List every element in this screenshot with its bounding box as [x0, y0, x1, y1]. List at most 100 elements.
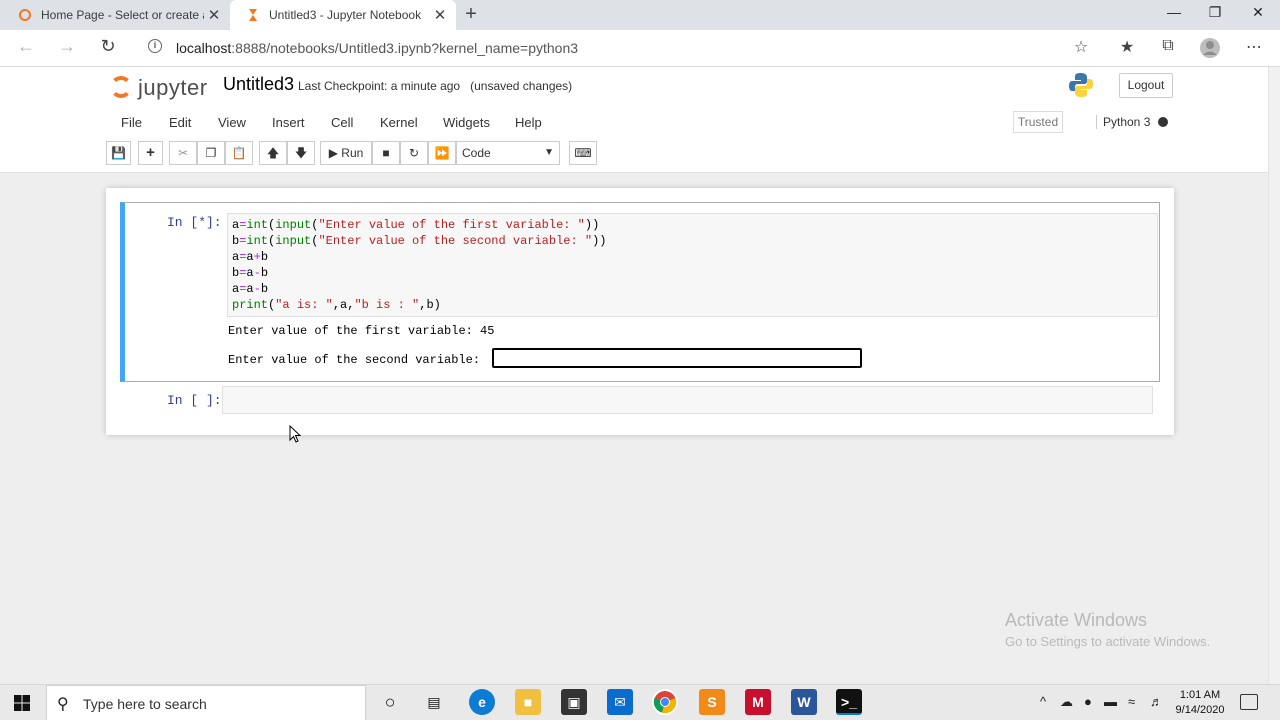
menu-widgets[interactable]: Widgets [443, 115, 490, 130]
logout-button[interactable]: Logout [1119, 73, 1173, 98]
store-icon[interactable]: ▣ [561, 689, 587, 715]
more-menu-icon[interactable]: ⋯ [1242, 37, 1266, 57]
new-tab-icon[interactable]: + [460, 3, 482, 26]
arrow-up-icon: 🡅 [266, 146, 280, 160]
browser-toolbar: ← → ↻ i localhost:8888/notebooks/Untitle… [0, 30, 1280, 67]
word-icon[interactable]: W [791, 689, 817, 715]
insert-cell-button[interactable]: + [138, 141, 163, 165]
close-tab-icon[interactable]: ✕ [430, 6, 450, 24]
back-icon[interactable]: ← [14, 36, 38, 57]
collections-icon[interactable]: ⧉ [1156, 37, 1180, 55]
terminal-icon[interactable]: >_ [836, 689, 862, 715]
save-button[interactable]: 💾 [106, 141, 131, 165]
kernel-busy-indicator [1158, 117, 1168, 127]
profile-avatar-icon[interactable] [1198, 37, 1222, 64]
menu-kernel[interactable]: Kernel [380, 115, 418, 130]
hourglass-icon [246, 8, 260, 22]
jupyter-header: jupyter Untitled3 Last Checkpoint: a min… [0, 67, 1268, 173]
forward-icon[interactable]: → [55, 36, 79, 57]
address-bar[interactable]: i localhost:8888/notebooks/Untitled3.ipy… [136, 34, 1100, 62]
edge-browser-icon[interactable]: e [469, 689, 495, 715]
mouse-cursor-icon [289, 424, 302, 444]
onedrive-icon[interactable]: ☁ [1060, 694, 1073, 710]
windows-start-icon[interactable] [14, 695, 30, 711]
favorites-icon[interactable]: ★ [1115, 37, 1139, 57]
cut-button[interactable]: ✂ [169, 141, 197, 165]
restart-icon: ↻ [408, 146, 420, 160]
interrupt-button[interactable]: ■ [372, 141, 400, 165]
input-prompt: In [ ]: [167, 393, 222, 408]
copy-icon: ❐ [205, 146, 217, 160]
menu-insert[interactable]: Insert [272, 115, 305, 130]
close-tab-icon[interactable]: ✕ [204, 6, 224, 24]
url-text[interactable]: localhost:8888/notebooks/Untitled3.ipynb… [176, 40, 578, 56]
code-editor[interactable]: a=int(input("Enter value of the first va… [227, 213, 1158, 317]
restore-icon[interactable]: ❐ [1205, 4, 1225, 21]
restart-button[interactable]: ↻ [400, 141, 428, 165]
task-view-icon[interactable]: ▤ [421, 689, 447, 715]
command-palette-button[interactable]: ⌨ [569, 141, 597, 165]
trusted-indicator[interactable]: Trusted [1013, 111, 1063, 133]
battery-icon[interactable]: ▬ [1104, 694, 1117, 709]
chrome-icon[interactable] [652, 689, 678, 715]
reload-icon[interactable]: ↻ [96, 36, 120, 57]
menu-cell[interactable]: Cell [331, 115, 353, 130]
microphone-icon[interactable]: ● [1084, 694, 1092, 709]
minimize-icon[interactable]: — [1164, 4, 1184, 20]
close-window-icon[interactable]: ✕ [1248, 4, 1268, 21]
tab-untitled3[interactable]: Untitled3 - Jupyter Notebook ✕ [230, 0, 456, 30]
notebook-name[interactable]: Untitled3 [223, 74, 294, 95]
code-line: a=a-b [232, 282, 269, 296]
cut-icon: ✂ [177, 146, 189, 160]
arrow-down-icon: 🡇 [294, 146, 308, 160]
copy-button[interactable]: ❐ [197, 141, 225, 165]
cell-type-value: Code [462, 146, 491, 160]
kernel-name[interactable]: Python 3 [1096, 115, 1150, 129]
code-editor-empty[interactable] [222, 386, 1153, 414]
menu-edit[interactable]: Edit [169, 115, 191, 130]
tab-title: Home Page - Select or create a n [41, 8, 204, 22]
windows-taskbar: ⚲ Type here to search ○ ▤ e ■ ▣ ✉ S M W … [0, 684, 1280, 720]
paste-button[interactable]: 📋 [225, 141, 253, 165]
file-explorer-icon[interactable]: ■ [515, 689, 541, 715]
search-placeholder: Type here to search [83, 696, 207, 712]
restart-run-all-button[interactable]: ⏩ [428, 141, 456, 165]
page-scrollbar[interactable] [1268, 67, 1280, 684]
jupyter-favicon-icon [18, 8, 32, 22]
code-cell-empty[interactable]: In [ ]: [120, 386, 1160, 416]
keyboard-icon: ⌨ [574, 146, 592, 160]
chevron-down-icon: ▼ [544, 147, 554, 158]
cortana-icon[interactable]: ○ [377, 689, 403, 715]
tab-home-page[interactable]: Home Page - Select or create a n ✕ [0, 0, 230, 30]
sublime-icon[interactable]: S [699, 689, 725, 715]
menu-help[interactable]: Help [515, 115, 542, 130]
code-line: b=int(input("Enter value of the second v… [232, 234, 607, 248]
system-clock[interactable]: 1:01 AM 9/14/2020 [1172, 688, 1228, 718]
code-cell-selected[interactable]: In [*]: a=int(input("Enter value of the … [120, 202, 1160, 382]
checkpoint-status: Last Checkpoint: a minute ago (unsaved ch… [298, 79, 582, 93]
notification-center-icon[interactable] [1240, 694, 1258, 710]
wifi-icon[interactable]: ≈ [1128, 694, 1135, 709]
menu-view[interactable]: View [218, 115, 246, 130]
mcafee-icon[interactable]: M [745, 689, 771, 715]
stdin-input[interactable] [492, 348, 862, 368]
stdin-prompt: Enter value of the second variable: [228, 353, 488, 367]
clock-date: 9/14/2020 [1175, 704, 1225, 716]
cell-type-select[interactable]: Code ▼ [456, 141, 560, 165]
mail-icon[interactable]: ✉ [607, 689, 633, 715]
menu-file[interactable]: File [121, 115, 142, 130]
site-info-icon[interactable]: i [148, 39, 162, 53]
move-up-button[interactable]: 🡅 [259, 141, 287, 165]
show-hidden-icons-icon[interactable]: ^ [1040, 694, 1046, 709]
output-line: Enter value of the first variable: 45 [228, 324, 495, 338]
activate-windows-watermark: Activate Windows Go to Settings to activ… [1005, 610, 1210, 649]
run-button[interactable]: ▶ Run [320, 141, 372, 165]
move-down-button[interactable]: 🡇 [287, 141, 315, 165]
paste-icon: 📋 [231, 146, 247, 160]
star-icon[interactable]: ☆ [1069, 37, 1093, 57]
volume-icon[interactable]: ♬ [1150, 694, 1163, 709]
browser-tab-strip: Home Page - Select or create a n ✕ Untit… [0, 0, 1280, 30]
input-prompt: In [*]: [167, 215, 222, 230]
taskbar-search[interactable]: ⚲ Type here to search [46, 685, 366, 720]
jupyter-logo[interactable]: jupyter [110, 73, 220, 103]
